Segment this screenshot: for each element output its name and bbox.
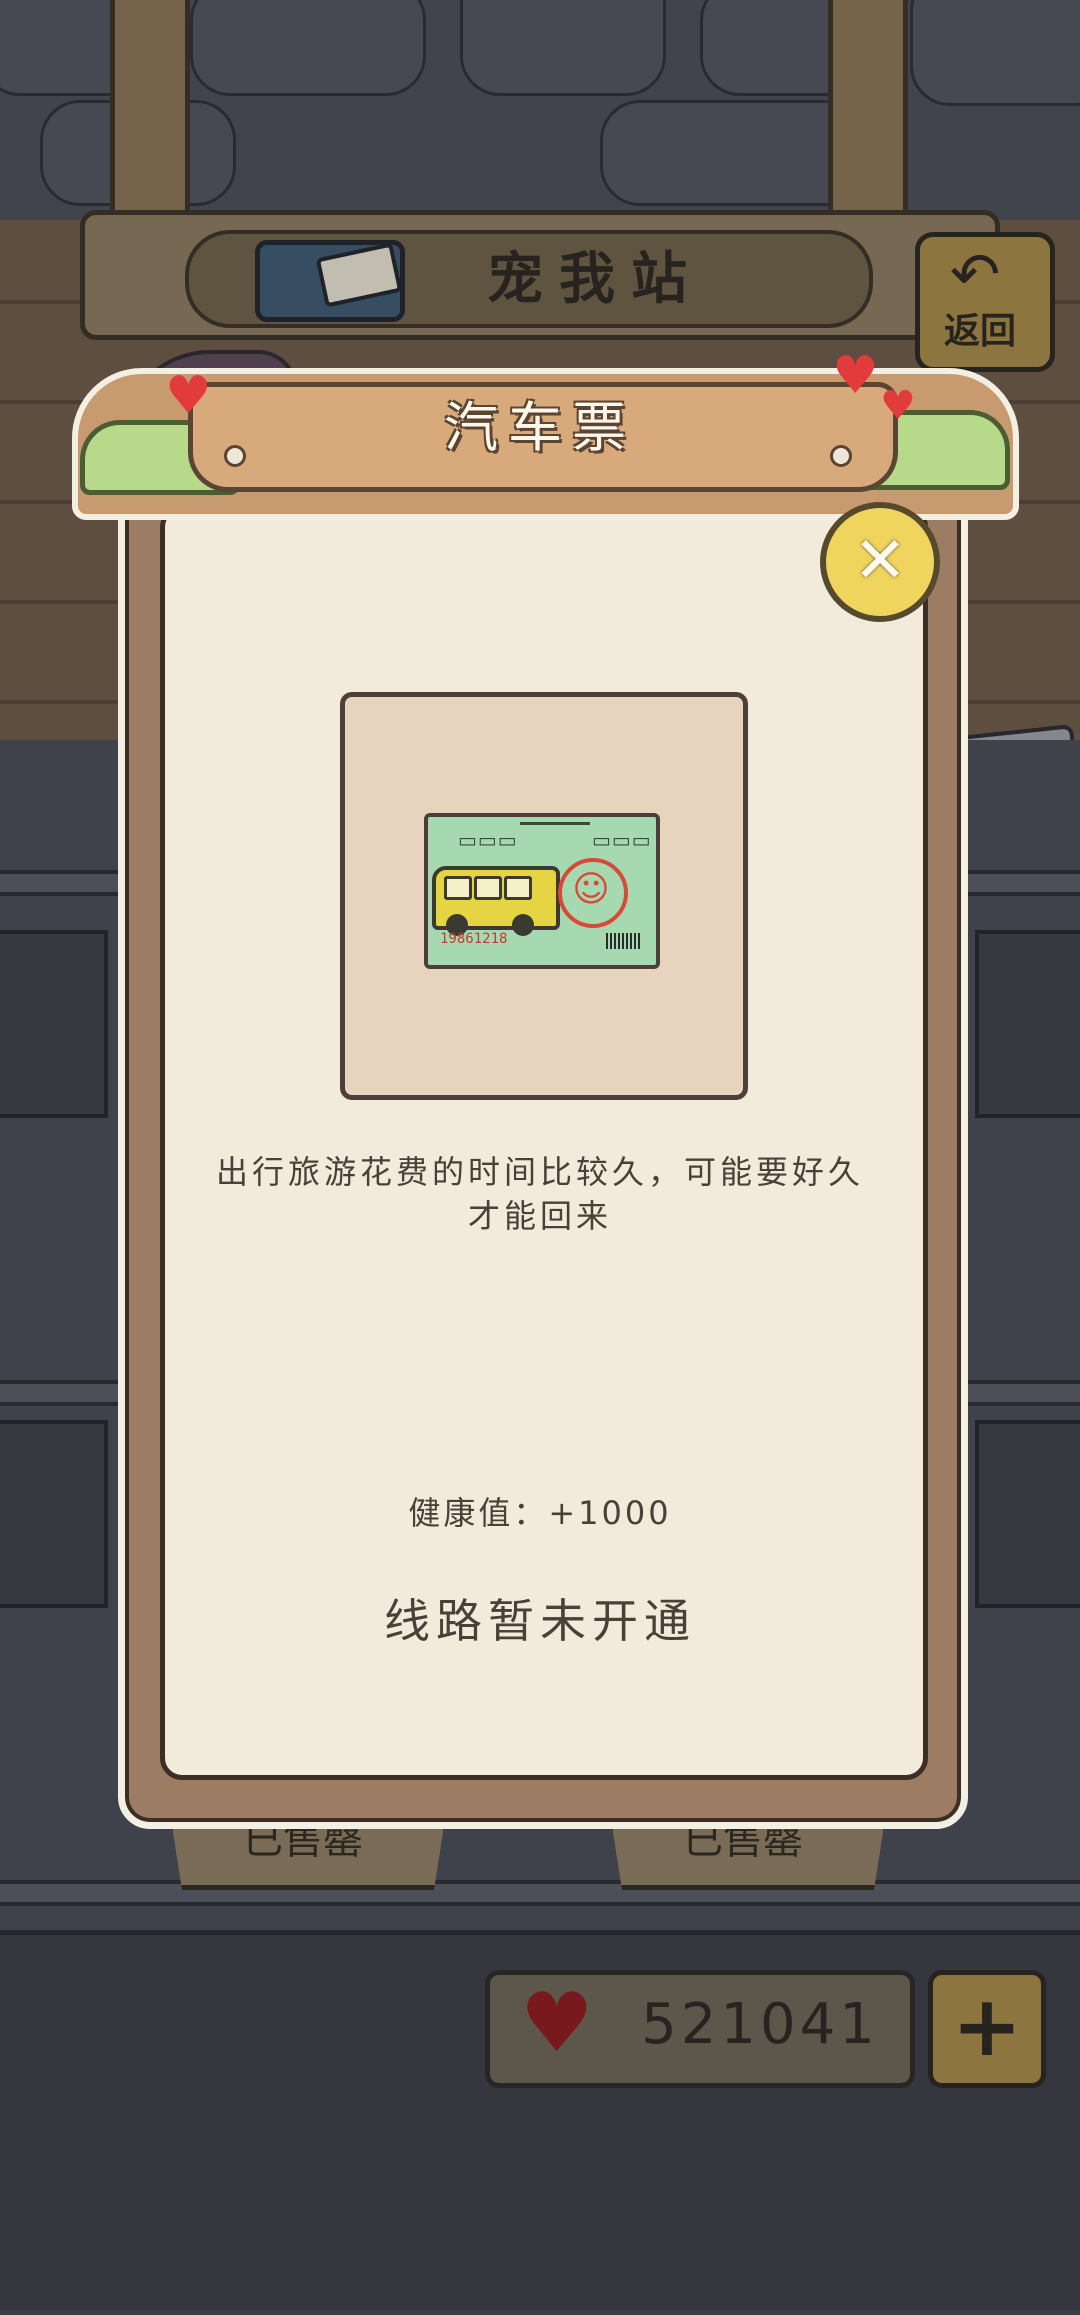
bus-window	[474, 876, 502, 900]
heart-decoration-icon: ♥	[880, 383, 916, 429]
barcode-icon	[606, 933, 642, 949]
ticket-arrow-icon	[520, 822, 590, 825]
route-status-button[interactable]: 线路暂未开通	[320, 1585, 760, 1651]
item-description: 出行旅游花费的时间比较久，可能要好久才能回来	[215, 1153, 864, 1235]
health-value: 健康值：+1000	[408, 1494, 672, 1532]
close-icon: ✕	[853, 524, 907, 598]
nail-icon	[224, 445, 246, 467]
ticket-dots-left: ▭▭▭	[458, 828, 518, 852]
heart-decoration-icon: ♥	[832, 346, 879, 406]
ticket-dots-right: ▭▭▭	[592, 828, 652, 852]
smile-icon: ☺	[572, 869, 610, 910]
bus-window	[444, 876, 472, 900]
nail-icon	[830, 445, 852, 467]
bus-window	[504, 876, 532, 900]
ticket-code: 19861218	[440, 931, 508, 947]
modal-title: 汽车票	[444, 396, 636, 459]
heart-decoration-icon: ♥	[165, 366, 212, 426]
bus-wheel	[512, 914, 534, 936]
